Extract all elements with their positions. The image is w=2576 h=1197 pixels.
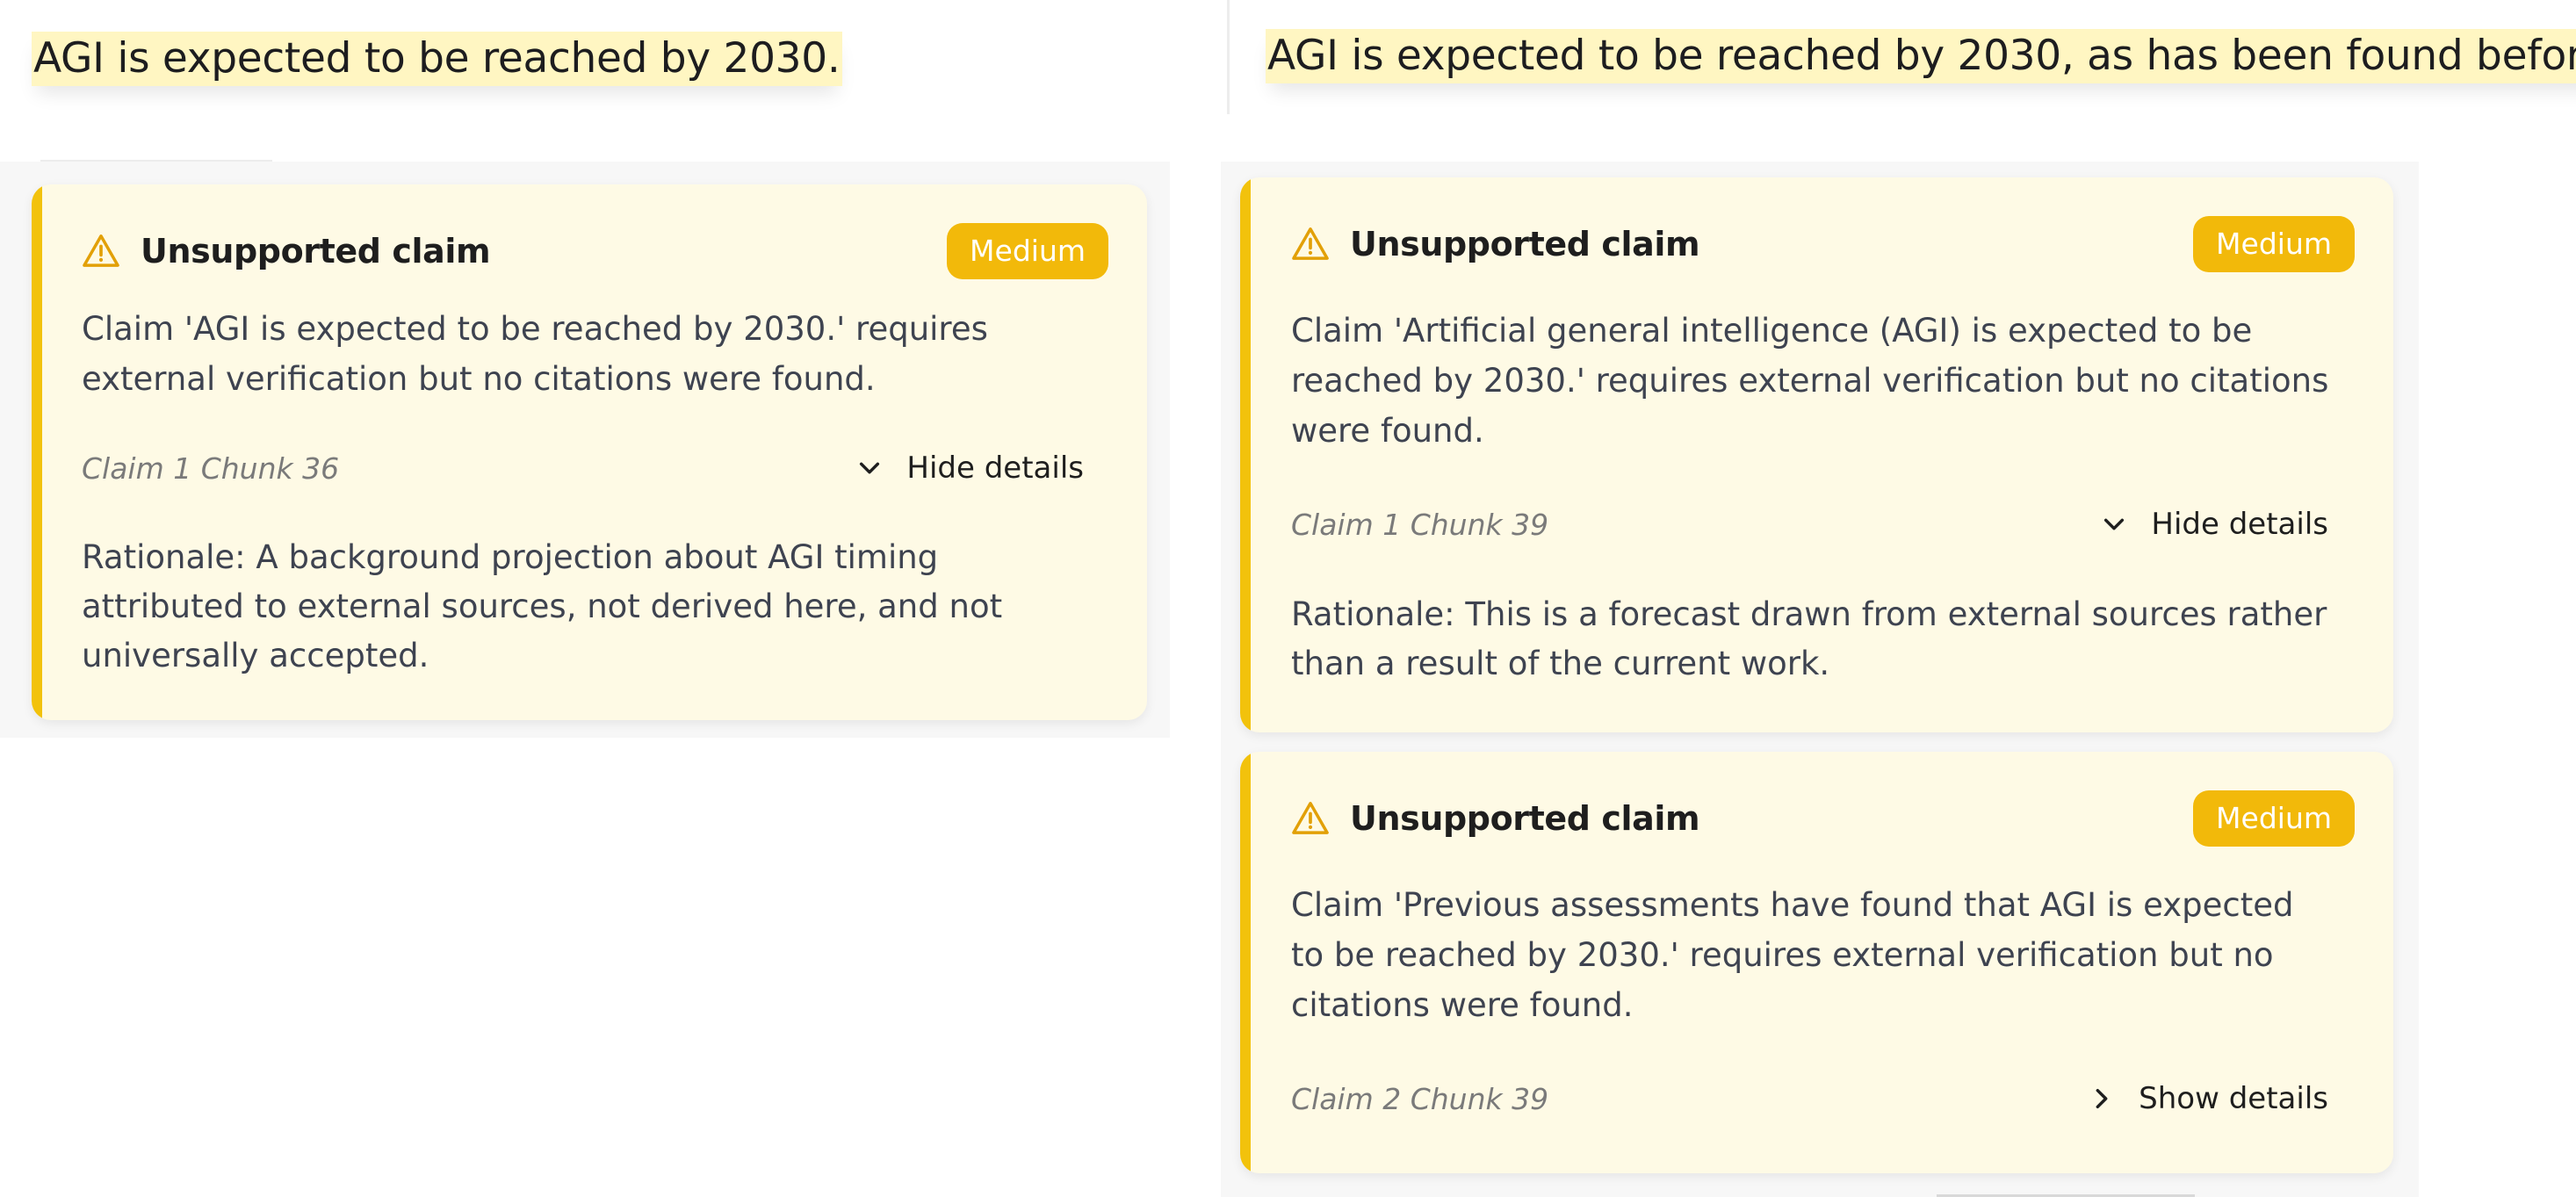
hide-details-button[interactable]: Hide details [855, 451, 1084, 486]
issue-card-header: Unsupported claim Medium [82, 223, 1108, 279]
severity-badge: Medium [947, 223, 1108, 279]
toggle-label: Show details [2139, 1081, 2328, 1116]
issue-title: Unsupported claim [1350, 225, 1700, 263]
comparison-view: AGI is expected to be reached by 2030. U… [0, 0, 2576, 1197]
claim-chunk-label: Claim 2 Chunk 39 [1291, 1081, 1549, 1116]
panel-tab-indicator [40, 160, 272, 162]
severity-badge: Medium [2193, 790, 2355, 847]
issue-description: Claim 'AGI is expected to be reached by … [82, 310, 988, 398]
issue-meta-row: Claim 1 Chunk 36 Hide details [82, 442, 1084, 494]
warning-triangle-icon [83, 234, 119, 267]
severity-badge: Medium [2193, 216, 2355, 272]
issue-title: Unsupported claim [1350, 799, 1700, 838]
issue-description: Claim 'Artificial general intelligence (… [1291, 312, 2329, 450]
highlighted-sentence-right[interactable]: AGI is expected to be reached by 2030, a… [1266, 29, 2576, 83]
warning-triangle-icon [1292, 227, 1329, 260]
chevron-right-icon [2096, 1088, 2108, 1109]
warning-triangle-icon [1292, 802, 1329, 834]
hide-details-button[interactable]: Hide details [2100, 507, 2328, 542]
claim-chunk-label: Claim 1 Chunk 36 [82, 451, 340, 486]
toggle-label: Hide details [2151, 507, 2328, 542]
issue-card: Unsupported claim Medium Claim 'Artifici… [1240, 177, 2393, 732]
issue-rationale: Rationale: A background projection about… [82, 538, 1003, 674]
issue-card: Unsupported claim Medium Claim 'Previous… [1240, 752, 2393, 1173]
issue-card-header: Unsupported claim Medium [1291, 216, 2355, 272]
column-divider [1227, 0, 1230, 114]
highlighted-sentence-left[interactable]: AGI is expected to be reached by 2030. [32, 32, 842, 86]
chevron-down-icon [860, 462, 880, 474]
issue-card-header: Unsupported claim Medium [1291, 790, 2355, 847]
issue-rationale: Rationale: This is a forecast drawn from… [1291, 595, 2327, 682]
chevron-down-icon [2104, 518, 2125, 530]
issue-description: Claim 'Previous assessments have found t… [1291, 886, 2294, 1024]
claim-chunk-label: Claim 1 Chunk 39 [1291, 507, 1549, 542]
issue-meta-row: Claim 1 Chunk 39 Hide details [1291, 498, 2328, 551]
toggle-label: Hide details [906, 451, 1084, 486]
show-details-button[interactable]: Show details [2088, 1081, 2328, 1116]
issue-title: Unsupported claim [141, 232, 491, 270]
issue-meta-row: Claim 2 Chunk 39 Show details [1291, 1072, 2328, 1125]
issue-card: Unsupported claim Medium Claim 'AGI is e… [32, 184, 1147, 720]
